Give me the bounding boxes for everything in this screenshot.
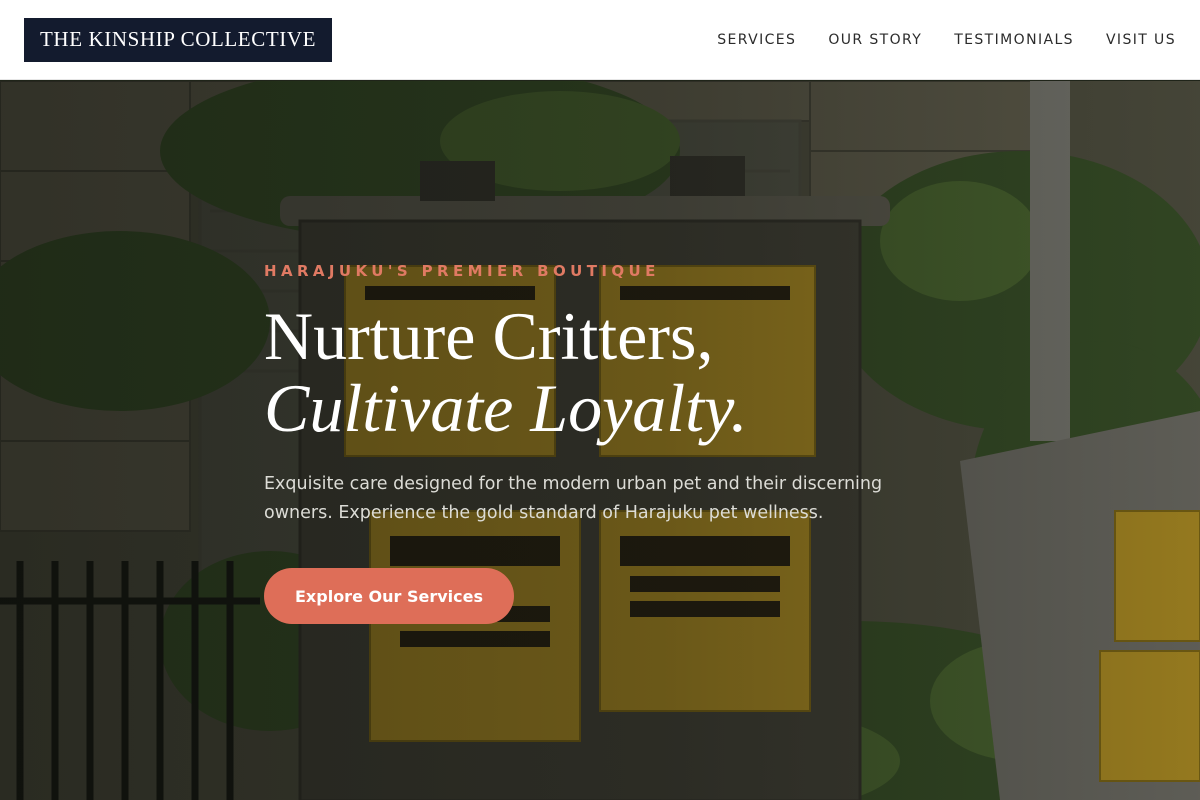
nav-link-services[interactable]: SERVICES: [717, 32, 796, 48]
explore-services-button[interactable]: Explore Our Services: [264, 568, 514, 624]
hero-eyebrow: HARAJUKU'S PREMIER BOUTIQUE: [264, 262, 660, 280]
hero-section: HARAJUKU'S PREMIER BOUTIQUE Nurture Crit…: [0, 81, 1200, 800]
nav-link-visit-us[interactable]: VISIT US: [1106, 32, 1176, 48]
hero-content: HARAJUKU'S PREMIER BOUTIQUE Nurture Crit…: [264, 262, 964, 624]
site-header: THE KINSHIP COLLECTIVE SERVICES OUR STOR…: [0, 0, 1200, 80]
main-nav: SERVICES OUR STORY TESTIMONIALS VISIT US: [717, 32, 1176, 48]
brand-logo[interactable]: THE KINSHIP COLLECTIVE: [24, 17, 333, 62]
hero-headline: Nurture Critters, Cultivate Loyalty.: [264, 300, 964, 444]
nav-link-testimonials[interactable]: TESTIMONIALS: [954, 32, 1074, 48]
hero-headline-line2: Cultivate Loyalty.: [264, 370, 748, 446]
nav-link-our-story[interactable]: OUR STORY: [828, 32, 922, 48]
hero-headline-line1: Nurture Critters,: [264, 298, 714, 374]
hero-subtitle: Exquisite care designed for the modern u…: [264, 474, 883, 523]
